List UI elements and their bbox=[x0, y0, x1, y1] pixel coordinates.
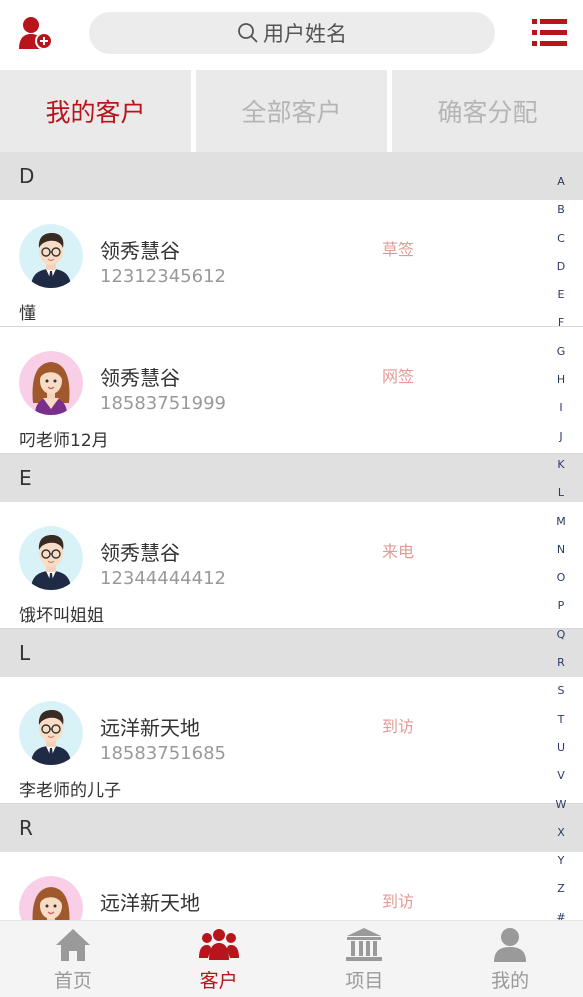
customer-phone: 12344444412 bbox=[100, 568, 226, 589]
alphabet-index[interactable]: A B C D E F G H I J K L M N O P Q R S T … bbox=[551, 168, 571, 932]
section-header-e: E bbox=[0, 454, 583, 502]
index-letter[interactable]: C bbox=[557, 225, 565, 253]
male-avatar bbox=[19, 526, 83, 590]
section-header-l: L bbox=[0, 629, 583, 677]
index-letter[interactable]: R bbox=[557, 649, 565, 677]
nav-profile[interactable]: 我的 bbox=[437, 921, 583, 997]
nav-label: 首页 bbox=[53, 970, 92, 992]
index-letter[interactable]: Y bbox=[558, 847, 565, 875]
male-avatar bbox=[19, 701, 83, 765]
nav-home[interactable]: 首页 bbox=[0, 921, 146, 997]
search-placeholder: 用户姓名 bbox=[263, 22, 347, 46]
nav-label: 我的 bbox=[491, 970, 530, 992]
index-letter[interactable]: B bbox=[557, 196, 565, 224]
customers-icon bbox=[198, 929, 239, 960]
status-badge: 草签 bbox=[382, 240, 415, 259]
status-badge: 来电 bbox=[382, 542, 415, 561]
index-letter[interactable]: Z bbox=[557, 875, 565, 903]
customer-note: 懂 bbox=[19, 304, 36, 324]
index-letter[interactable]: S bbox=[558, 677, 565, 705]
nav-label: 客户 bbox=[199, 970, 238, 992]
male-avatar bbox=[19, 224, 83, 288]
index-letter[interactable]: G bbox=[557, 338, 566, 366]
female-avatar bbox=[19, 351, 83, 415]
index-letter[interactable]: D bbox=[557, 253, 565, 281]
index-letter[interactable]: M bbox=[556, 508, 566, 536]
index-letter[interactable]: T bbox=[558, 706, 565, 734]
customer-project: 远洋新天地 bbox=[100, 891, 200, 915]
add-user-icon[interactable] bbox=[18, 15, 54, 51]
index-letter[interactable]: J bbox=[559, 423, 562, 451]
customer-phone: 12312345612 bbox=[100, 266, 226, 287]
index-letter[interactable]: Q bbox=[557, 621, 566, 649]
bottom-nav: 首页 客户 项目 我的 bbox=[0, 920, 583, 997]
index-letter[interactable]: X bbox=[557, 819, 565, 847]
customer-card[interactable]: 远洋新天地 18583751685 到访 李老师的儿子 bbox=[0, 677, 583, 804]
nav-customers[interactable]: 客户 bbox=[146, 921, 292, 997]
list-menu-icon[interactable] bbox=[532, 18, 567, 48]
customer-phone: 18583751685 bbox=[100, 743, 226, 764]
index-letter[interactable]: L bbox=[558, 479, 564, 507]
index-letter[interactable]: H bbox=[557, 366, 565, 394]
home-icon bbox=[55, 929, 90, 961]
index-letter[interactable]: E bbox=[558, 281, 565, 309]
index-letter[interactable]: F bbox=[558, 309, 564, 337]
section-header-d: D bbox=[0, 152, 583, 200]
search-input[interactable]: 用户姓名 bbox=[89, 12, 495, 54]
top-bar: 用户姓名 bbox=[0, 0, 583, 70]
tab-my-customers[interactable]: 我的客户 bbox=[0, 70, 191, 152]
index-letter[interactable]: V bbox=[557, 762, 565, 790]
index-letter[interactable]: P bbox=[558, 592, 565, 620]
status-badge: 网签 bbox=[382, 367, 415, 386]
tab-all-customers[interactable]: 全部客户 bbox=[196, 70, 387, 152]
index-letter[interactable]: I bbox=[559, 394, 562, 422]
female-avatar bbox=[19, 876, 83, 920]
nav-label: 项目 bbox=[345, 970, 384, 992]
index-letter[interactable]: W bbox=[556, 791, 567, 819]
index-letter[interactable]: U bbox=[557, 734, 565, 762]
index-letter[interactable]: N bbox=[557, 536, 565, 564]
customer-note: 叼老师12月 bbox=[19, 431, 109, 451]
customer-project: 领秀慧谷 bbox=[100, 366, 180, 390]
customer-note: 饿坏叫姐姐 bbox=[19, 606, 104, 626]
project-building-icon bbox=[346, 928, 383, 961]
customer-card[interactable]: 领秀慧谷 12344444412 来电 饿坏叫姐姐 bbox=[0, 502, 583, 629]
nav-projects[interactable]: 项目 bbox=[292, 921, 438, 997]
profile-icon bbox=[494, 928, 527, 962]
index-letter[interactable]: A bbox=[557, 168, 565, 196]
customer-note: 李老师的儿子 bbox=[19, 781, 121, 801]
customer-list[interactable]: D 领秀慧谷 12312345612 草签 懂 领秀慧谷 18583751999… bbox=[0, 152, 583, 920]
search-icon bbox=[238, 23, 258, 43]
customer-card[interactable]: 领秀慧谷 12312345612 草签 懂 bbox=[0, 200, 583, 327]
section-header-r: R bbox=[0, 804, 583, 852]
customer-phone: 18583751999 bbox=[100, 393, 226, 414]
tab-customer-assignment[interactable]: 确客分配 bbox=[392, 70, 583, 152]
customer-project: 领秀慧谷 bbox=[100, 541, 180, 565]
customer-project: 远洋新天地 bbox=[100, 716, 200, 740]
index-letter[interactable]: K bbox=[557, 451, 564, 479]
customer-card[interactable]: 领秀慧谷 18583751999 网签 叼老师12月 bbox=[0, 327, 583, 454]
customer-project: 领秀慧谷 bbox=[100, 239, 180, 263]
customer-tabs: 我的客户 全部客户 确客分配 bbox=[0, 70, 583, 152]
status-badge: 到访 bbox=[382, 892, 415, 911]
customer-card[interactable]: 远洋新天地 18583751662 到访 bbox=[0, 852, 583, 920]
index-letter[interactable]: O bbox=[557, 564, 566, 592]
status-badge: 到访 bbox=[382, 717, 415, 736]
